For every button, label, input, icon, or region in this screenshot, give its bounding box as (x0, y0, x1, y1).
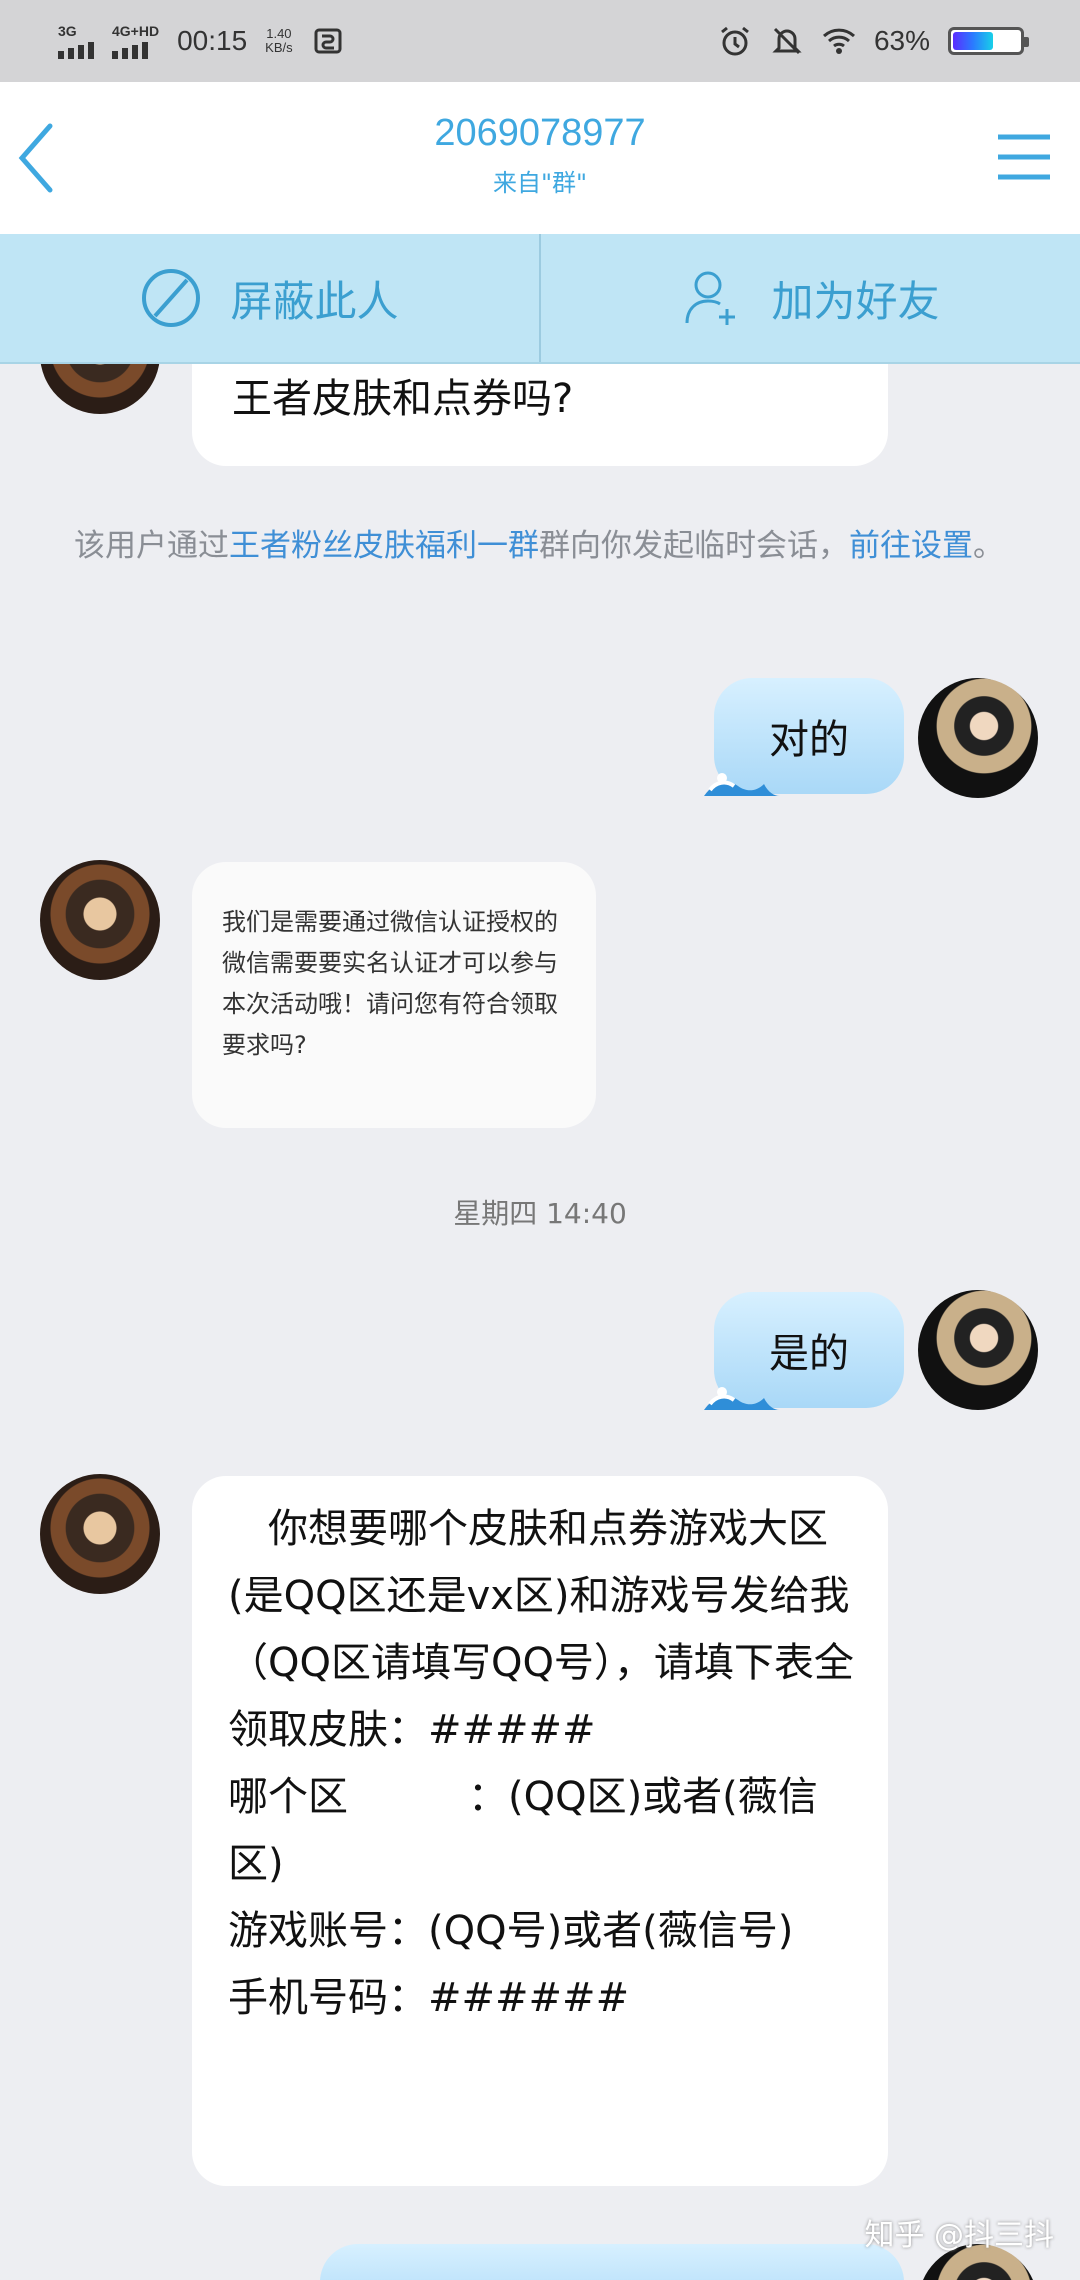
action-bar: 屏蔽此人 加为好友 (0, 234, 1080, 364)
menu-icon[interactable] (996, 132, 1052, 182)
mute-bell-icon (772, 27, 802, 55)
group-link[interactable]: 王者粉丝皮肤福利一群 (229, 528, 539, 564)
screenshot-notification-icon (314, 28, 342, 54)
alarm-icon (721, 26, 749, 56)
block-user-button[interactable]: 屏蔽此人 (0, 234, 539, 362)
wave-decoration-icon (704, 1387, 780, 1410)
notice-middle: 群向你发起临时会话， (539, 528, 849, 564)
signal-3g-icon: 3G (58, 24, 94, 59)
wave-decoration-icon (704, 773, 780, 796)
block-user-label: 屏蔽此人 (230, 276, 399, 326)
block-icon (142, 269, 201, 327)
signal-4g-icon: 4G+HD (112, 24, 159, 59)
chat-area[interactable]: 王者皮肤和点券吗? 该用户通过王者粉丝皮肤福利一群群向你发起临时会话，前往设置。… (0, 364, 1080, 2280)
message-bubble-self[interactable] (320, 2244, 904, 2280)
battery-fill (953, 32, 994, 50)
battery-icon (948, 27, 1029, 55)
network-speed-unit: KB/s (265, 40, 293, 55)
message-bubble-self[interactable]: 是的 (704, 1292, 904, 1410)
network-speed-value: 1.40 (266, 25, 292, 41)
notice-prefix: 该用户通过 (74, 528, 229, 564)
message-bubble[interactable]: 王者皮肤和点券吗? (192, 364, 888, 466)
message-text: 你想要哪个皮肤和点券游戏大区(是QQ区还是vx区)和游戏号发给我（QQ区请填写Q… (228, 1506, 854, 2021)
watermark: 知乎 @抖三抖 (864, 2218, 1054, 2253)
notice-suffix: 。 (973, 528, 1004, 564)
message-bubble-self[interactable]: 对的 (704, 678, 904, 796)
battery-percent: 63% (873, 25, 930, 56)
network-3g-label: 3G (58, 22, 77, 39)
avatar[interactable] (40, 364, 160, 414)
page-subtitle: 来自"群" (492, 169, 588, 197)
message-bubble[interactable]: 你想要哪个皮肤和点券游戏大区(是QQ区还是vx区)和游戏号发给我（QQ区请填写Q… (192, 1476, 888, 2186)
message-text: 王者皮肤和点券吗? (232, 376, 574, 422)
title-bar: 2069078977 来自"群" (0, 82, 1080, 234)
network-4g-label: 4G+HD (112, 22, 160, 39)
avatar[interactable] (40, 860, 160, 980)
status-bar: 3G 4G+HD 00:15 1.40 KB/s 63% (0, 0, 1080, 82)
page-title: 2069078977 (434, 112, 646, 154)
avatar[interactable] (918, 1290, 1038, 1410)
avatar[interactable] (40, 1474, 160, 1594)
message-text: 我们是需要通过微信认证授权的微信需要要实名认证才可以参与本次活动哦！请问您有符合… (222, 908, 558, 1059)
timestamp: 星期四 14:40 (453, 1197, 627, 1230)
avatar[interactable] (918, 678, 1038, 798)
add-friend-icon (685, 271, 736, 325)
message-bubble[interactable]: 我们是需要通过微信认证授权的微信需要要实名认证才可以参与本次活动哦！请问您有符合… (192, 862, 596, 1128)
wifi-icon (822, 28, 855, 54)
go-settings-link[interactable]: 前往设置 (849, 528, 973, 564)
system-notice: 该用户通过王者粉丝皮肤福利一群群向你发起临时会话，前往设置。 (74, 522, 1014, 570)
add-friend-label: 加为好友 (771, 276, 940, 326)
network-speed: 1.40 KB/s (265, 25, 293, 56)
status-time: 00:15 (177, 25, 248, 56)
add-friend-button[interactable]: 加为好友 (539, 234, 1080, 362)
